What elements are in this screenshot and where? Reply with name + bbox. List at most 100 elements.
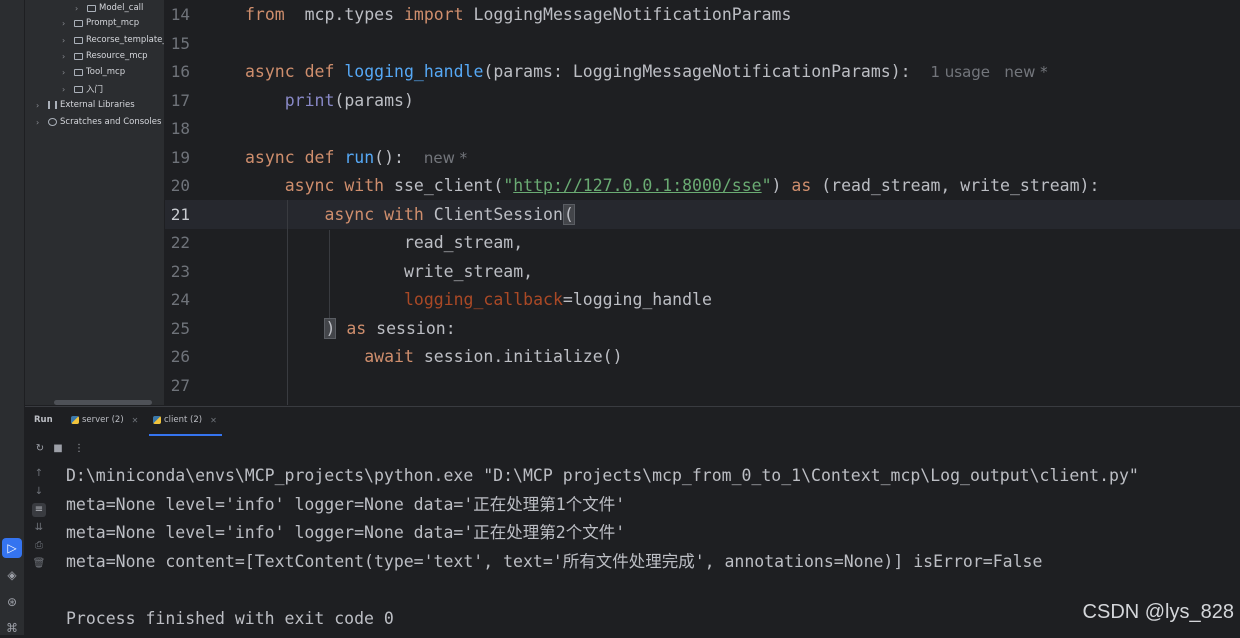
chevron-right-icon[interactable]: › [62,52,74,61]
tree-item[interactable]: › Resource_mcp [62,48,148,64]
code-text: await session.initialize() [245,343,623,371]
tree-item-label: Tool_mcp [86,67,126,77]
line-number: 22 [170,233,190,252]
code-line[interactable]: 23 write_stream, [165,258,1240,286]
chevron-right-icon[interactable]: › [62,19,74,28]
code-line[interactable]: 16 async def logging_handle(params: Loggi… [165,58,1240,86]
python-icon [153,416,161,424]
console-line: D:\miniconda\envs\MCP_projects\python.ex… [66,466,1139,485]
soft-wrap-icon[interactable]: ≡ [32,503,46,517]
chevron-right-icon[interactable]: › [36,118,48,127]
tree-item[interactable]: › Tool_mcp [62,64,125,80]
token-kw: as [346,318,367,338]
token-kw: await [364,347,414,366]
token-text: mcp.types [284,5,404,24]
code-editor[interactable]: 14 from mcp.types import LoggingMessageNo… [165,0,1240,405]
token-hint: new * [423,148,468,167]
terminal-icon[interactable]: ⌘ [2,618,22,638]
stop-icon[interactable]: ■ [51,442,65,456]
run-panel: Run server (2) ✕ client (2) ✕ ↻ ■ ⋮ ↑ ↓ … [25,406,1240,636]
code-line[interactable]: 24 logging_callback=logging_handle [165,286,1240,314]
run-tab-bar: Run server (2) ✕ client (2) ✕ [25,407,1240,437]
code-line[interactable]: 26 await session.initialize() [165,343,1240,371]
horizontal-scrollbar[interactable] [54,400,152,405]
code-line[interactable]: 15 [165,30,1240,58]
chevron-right-icon[interactable]: › [75,4,87,13]
close-icon[interactable]: ✕ [210,416,217,425]
folder-icon [74,19,83,27]
code-line[interactable]: 27 [165,372,1240,400]
run-tool-icon[interactable]: ▷ [2,538,22,558]
token-text: sse_client( [384,176,504,195]
tree-item[interactable]: › External Libraries [36,97,135,113]
tab-server[interactable]: server (2) ✕ [71,415,138,425]
tree-item[interactable]: › Prompt_mcp [62,15,139,31]
code-text: logging_callback=logging_handle [245,286,712,314]
scroll-up-icon[interactable]: ↑ [32,467,46,481]
token-bi: print [284,90,335,110]
token-text: (params: LoggingMessageNotificationParam… [483,62,931,81]
code-line[interactable]: 14 from mcp.types import LoggingMessageNo… [165,1,1240,29]
code-line[interactable]: 22 read_stream, [165,229,1240,257]
active-tab-indicator [149,434,222,436]
chevron-right-icon[interactable]: › [62,85,74,94]
code-text: print(params) [245,87,414,115]
tree-item[interactable]: › 入门 [62,81,103,97]
tree-item[interactable]: › Recorse_template_ [62,32,164,48]
token-str: " [761,176,772,195]
line-number: 24 [170,290,190,309]
watermark: CSDN @lys_828 [1082,601,1234,623]
chevron-right-icon[interactable]: › [36,101,48,110]
scroll-down-icon[interactable]: ↓ [32,485,46,499]
code-text: read_stream, [245,229,523,257]
services-icon[interactable]: ⊛ [2,592,22,612]
console-line: meta=None content=[TextContent(type='tex… [66,551,1043,571]
line-number: 23 [170,261,190,281]
close-icon[interactable]: ✕ [132,416,139,425]
line-number: 19 [170,147,190,167]
tab-client[interactable]: client (2) ✕ [153,415,217,425]
token-text: read_stream, [245,233,524,252]
code-line[interactable]: 17 print(params) [165,87,1240,115]
code-line[interactable]: 18 [165,115,1240,143]
more-options-icon[interactable]: ⋮ [72,442,86,456]
token-text: session.initialize() [413,347,623,366]
trash-icon[interactable]: 🗑 [32,557,46,571]
code-line[interactable]: 19 async def run(): new * [165,144,1240,172]
code-line[interactable]: 20 async with sse_client("http://127.0.0… [165,172,1240,200]
folder-icon [87,4,96,12]
token-text: =logging_handle [562,290,712,309]
line-number: 25 [170,318,190,338]
python-icon [71,416,79,424]
scroll-to-end-icon[interactable]: ⇊ [32,521,46,535]
tree-item[interactable]: › Scratches and Consoles [36,114,161,130]
token-kw: async with [324,204,424,224]
tree-item[interactable]: › Model_call [75,0,143,16]
layers-icon[interactable]: ◈ [2,565,22,585]
tree-item-label: Prompt_mcp [86,18,140,28]
tree-item-label: Recorse_template_ [86,35,164,45]
rerun-icon[interactable]: ↻ [33,442,47,456]
code-line[interactable]: 21 async with ClientSession( [165,201,1240,229]
code-line[interactable]: 25 ) as session: [165,315,1240,343]
token-text: (params) [334,90,414,110]
code-text: async def run(): new * [245,144,467,172]
chevron-right-icon[interactable]: › [62,68,74,77]
code-text: async def logging_handle(params: Logging… [245,58,1048,86]
tree-item-label: Resource_mcp [86,51,148,61]
token-text: ClientSession [423,204,563,224]
code-text: ) as session: [245,315,456,343]
scratch-icon [48,118,57,126]
print-icon[interactable]: ⎙ [32,539,46,553]
token-kw: async with [284,176,385,195]
line-number: 15 [170,33,190,53]
tree-item-label: 入门 [86,85,104,95]
token-kw: import [403,5,464,24]
chevron-right-icon[interactable]: › [62,36,74,45]
